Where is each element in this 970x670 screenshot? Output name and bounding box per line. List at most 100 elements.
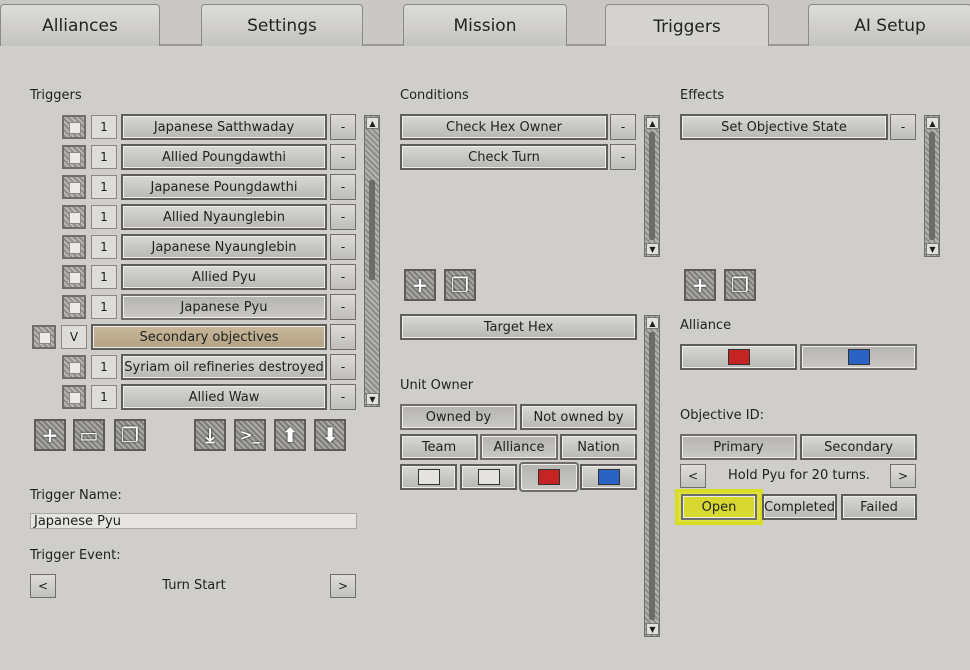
remove-trigger-button[interactable]: - xyxy=(330,234,356,260)
scope-nation-button[interactable]: Nation xyxy=(560,434,637,460)
target-hex-button[interactable]: Target Hex xyxy=(400,314,637,340)
scroll-thumb[interactable] xyxy=(929,132,935,240)
condition-params-scrollbar[interactable]: ▲ ▼ xyxy=(644,315,660,637)
remove-effect-button[interactable]: - xyxy=(890,114,916,140)
alliance-blue-button[interactable] xyxy=(800,344,917,370)
add-icon[interactable]: + xyxy=(404,269,436,301)
trigger-enabled-checkbox[interactable] xyxy=(62,295,86,319)
state-completed-button[interactable]: Completed xyxy=(762,494,837,520)
trigger-item[interactable]: Japanese Nyaunglebin xyxy=(121,234,327,260)
effects-scrollbar[interactable]: ▲ ▼ xyxy=(924,115,940,257)
trigger-list-scrollbar[interactable]: ▲ ▼ xyxy=(364,115,380,407)
trigger-enabled-checkbox[interactable] xyxy=(62,355,86,379)
remove-trigger-button[interactable]: - xyxy=(330,144,356,170)
effect-set-objective-state[interactable]: Set Objective State xyxy=(680,114,888,140)
trigger-item[interactable]: Allied Poungdawthi xyxy=(121,144,327,170)
import-icon[interactable]: ⤓ xyxy=(194,419,226,451)
console-icon[interactable]: >_ xyxy=(234,419,266,451)
trigger-enabled-checkbox[interactable] xyxy=(32,325,56,349)
condition-check-turn[interactable]: Check Turn xyxy=(400,144,608,170)
trigger-item[interactable]: Japanese Pyu xyxy=(121,294,327,320)
event-next-button[interactable]: > xyxy=(330,574,356,598)
objective-next-button[interactable]: > xyxy=(890,464,916,488)
trigger-enabled-checkbox[interactable] xyxy=(62,205,86,229)
move-up-icon[interactable]: ⬆ xyxy=(274,419,306,451)
remove-trigger-button[interactable]: - xyxy=(330,294,356,320)
trigger-enabled-checkbox[interactable] xyxy=(62,145,86,169)
state-open-button[interactable]: Open xyxy=(681,494,757,520)
scroll-down-arrow[interactable]: ▼ xyxy=(926,243,939,255)
tab-ai-setup[interactable]: AI Setup xyxy=(808,4,970,47)
scroll-down-arrow[interactable]: ▼ xyxy=(366,393,379,405)
remove-condition-button[interactable]: - xyxy=(610,114,636,140)
condition-check-hex-owner[interactable]: Check Hex Owner xyxy=(400,114,608,140)
add-icon[interactable]: + xyxy=(684,269,716,301)
copy-icon[interactable]: ❐ xyxy=(114,419,146,451)
trigger-name-input[interactable]: Japanese Pyu xyxy=(30,513,357,529)
state-failed-button[interactable]: Failed xyxy=(841,494,917,520)
scroll-down-arrow[interactable]: ▼ xyxy=(646,623,659,635)
event-prev-button[interactable]: < xyxy=(30,574,56,598)
folder-icon[interactable]: ▭ xyxy=(73,419,105,451)
trigger-repeat-count[interactable]: 1 xyxy=(91,355,117,379)
tab-alliances[interactable]: Alliances xyxy=(0,4,160,47)
tab-triggers[interactable]: Triggers xyxy=(605,4,769,49)
scroll-down-arrow[interactable]: ▼ xyxy=(646,243,659,255)
trigger-item[interactable]: Japanese Satthwaday xyxy=(121,114,327,140)
group-toggle[interactable]: V xyxy=(61,325,87,349)
trigger-item[interactable]: Allied Pyu xyxy=(121,264,327,290)
trigger-enabled-checkbox[interactable] xyxy=(62,265,86,289)
owner-option-red[interactable] xyxy=(519,462,579,492)
trigger-enabled-checkbox[interactable] xyxy=(62,175,86,199)
not-owned-by-button[interactable]: Not owned by xyxy=(520,404,637,430)
trigger-repeat-count[interactable]: 1 xyxy=(91,205,117,229)
trigger-enabled-checkbox[interactable] xyxy=(62,235,86,259)
scope-team-button[interactable]: Team xyxy=(400,434,478,460)
trigger-repeat-count[interactable]: 1 xyxy=(91,295,117,319)
alliance-red-button[interactable] xyxy=(680,344,797,370)
remove-trigger-button[interactable]: - xyxy=(330,174,356,200)
remove-trigger-button[interactable]: - xyxy=(330,384,356,410)
owner-option-blue[interactable] xyxy=(580,464,637,490)
copy-icon[interactable]: ❐ xyxy=(444,269,476,301)
copy-icon[interactable]: ❐ xyxy=(724,269,756,301)
scroll-thumb[interactable] xyxy=(649,332,655,620)
trigger-group[interactable]: Secondary objectives xyxy=(91,324,327,350)
scroll-up-arrow[interactable]: ▲ xyxy=(646,117,659,129)
trigger-repeat-count[interactable]: 1 xyxy=(91,265,117,289)
trigger-repeat-count[interactable]: 1 xyxy=(91,385,117,409)
trigger-repeat-count[interactable]: 1 xyxy=(91,175,117,199)
primary-objective-button[interactable]: Primary xyxy=(680,434,797,460)
remove-trigger-button[interactable]: - xyxy=(330,114,356,140)
scroll-up-arrow[interactable]: ▲ xyxy=(366,117,379,129)
tab-settings[interactable]: Settings xyxy=(201,4,363,47)
objective-prev-button[interactable]: < xyxy=(680,464,706,488)
scroll-thumb[interactable] xyxy=(369,180,375,280)
remove-trigger-button[interactable]: - xyxy=(330,324,356,350)
scroll-thumb[interactable] xyxy=(649,132,655,240)
conditions-scrollbar[interactable]: ▲ ▼ xyxy=(644,115,660,257)
scroll-up-arrow[interactable]: ▲ xyxy=(646,317,659,329)
trigger-item[interactable]: Syriam oil refineries destroyed xyxy=(121,354,327,380)
owner-option-2[interactable] xyxy=(460,464,517,490)
add-icon[interactable]: + xyxy=(34,419,66,451)
owned-by-button[interactable]: Owned by xyxy=(400,404,517,430)
remove-trigger-button[interactable]: - xyxy=(330,354,356,380)
trigger-item[interactable]: Japanese Poungdawthi xyxy=(121,174,327,200)
scope-alliance-button[interactable]: Alliance xyxy=(480,434,558,460)
remove-trigger-button[interactable]: - xyxy=(330,264,356,290)
secondary-objective-button[interactable]: Secondary xyxy=(800,434,917,460)
owner-option-1[interactable] xyxy=(400,464,457,490)
trigger-item[interactable]: Allied Nyaunglebin xyxy=(121,204,327,230)
trigger-repeat-count[interactable]: 1 xyxy=(91,145,117,169)
trigger-enabled-checkbox[interactable] xyxy=(62,385,86,409)
trigger-item[interactable]: Allied Waw xyxy=(121,384,327,410)
trigger-enabled-checkbox[interactable] xyxy=(62,115,86,139)
trigger-repeat-count[interactable]: 1 xyxy=(91,115,117,139)
tab-mission[interactable]: Mission xyxy=(403,4,567,47)
remove-condition-button[interactable]: - xyxy=(610,144,636,170)
trigger-repeat-count[interactable]: 1 xyxy=(91,235,117,259)
move-down-icon[interactable]: ⬇ xyxy=(314,419,346,451)
scroll-up-arrow[interactable]: ▲ xyxy=(926,117,939,129)
remove-trigger-button[interactable]: - xyxy=(330,204,356,230)
